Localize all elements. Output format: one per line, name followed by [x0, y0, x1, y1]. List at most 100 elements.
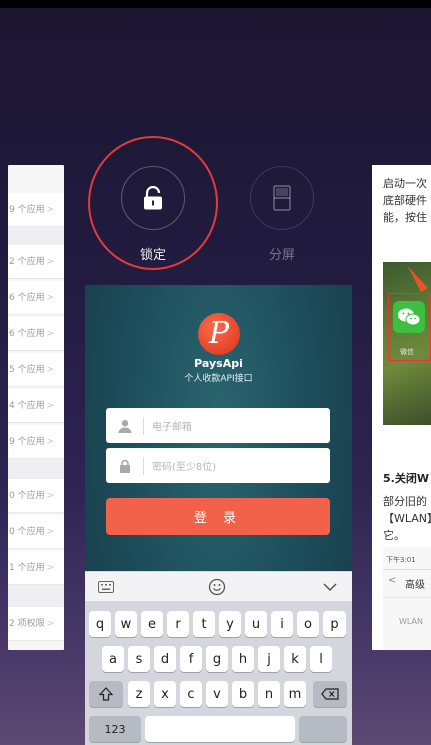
paysapi-logo: P	[198, 313, 240, 355]
section-heading: 5.关闭W	[383, 472, 429, 485]
key-s[interactable]: s	[128, 646, 150, 672]
recent-app-card-settings[interactable]: 9 个应用 > 2 个应用 > 6 个应用 > 6 个应用 > 5 个应用 > 4 个应用…	[8, 165, 64, 650]
key-a[interactable]: a	[102, 646, 124, 672]
chevron-right-icon: >	[46, 619, 55, 629]
key-l[interactable]: l	[310, 646, 332, 672]
key-z[interactable]: z	[128, 681, 150, 707]
lock-icon	[106, 456, 144, 475]
chevron-right-icon: >	[46, 365, 55, 375]
key-w[interactable]: w	[115, 611, 137, 637]
list-item-label: 2 项权限	[9, 619, 45, 629]
key-u[interactable]: u	[245, 611, 267, 637]
key-i[interactable]: i	[271, 611, 293, 637]
key-x[interactable]: x	[154, 681, 176, 707]
list-item-label: 6 个应用	[9, 329, 45, 339]
password-field[interactable]: 密码(至少8位)	[106, 448, 330, 483]
list-item-label: 1 个应用	[9, 563, 45, 573]
split-screen-icon	[273, 185, 291, 211]
inner-row: WLAN	[399, 617, 424, 626]
key-m[interactable]: m	[284, 681, 306, 707]
key-f[interactable]: f	[180, 646, 202, 672]
unlock-icon	[144, 186, 162, 210]
divider	[383, 569, 431, 570]
chevron-right-icon: >	[46, 491, 55, 501]
keyboard-icon[interactable]	[98, 581, 114, 593]
key-t[interactable]: t	[193, 611, 215, 637]
key-n[interactable]: n	[258, 681, 280, 707]
key-h[interactable]: h	[232, 646, 254, 672]
split-screen-button-circle[interactable]	[250, 166, 314, 230]
key-o[interactable]: o	[297, 611, 319, 637]
article-line: 能，按住	[383, 211, 427, 224]
inner-title: 高级	[405, 580, 425, 591]
split-screen-button[interactable]: 分屏	[250, 166, 314, 263]
key-q[interactable]: q	[89, 611, 111, 637]
back-chevron-icon: <	[388, 575, 397, 586]
shift-key[interactable]	[89, 681, 123, 707]
return-key[interactable]	[299, 716, 347, 742]
keyboard-toolbar	[85, 571, 352, 601]
article-line: 部分旧的	[383, 495, 427, 508]
split-screen-label: 分屏	[268, 248, 295, 263]
key-p[interactable]: p	[323, 611, 346, 637]
list-item[interactable]: 1 个应用 >	[8, 551, 64, 585]
lock-button[interactable]: 锁定	[121, 166, 185, 263]
list-item[interactable]: 2 个应用 >	[8, 245, 64, 279]
keyboard: q w e r t y u i o p a s d f g h j k l z …	[85, 601, 352, 745]
article-line: 底部硬件	[383, 194, 427, 207]
key-g[interactable]: g	[206, 646, 228, 672]
space-key[interactable]	[145, 716, 295, 742]
key-b[interactable]: b	[232, 681, 254, 707]
chevron-right-icon: >	[46, 293, 55, 303]
list-item[interactable]: 5 个应用 >	[8, 353, 64, 387]
key-k[interactable]: k	[284, 646, 306, 672]
list-item[interactable]: 2 项权限 >	[8, 607, 64, 641]
chevron-right-icon: >	[46, 401, 55, 411]
user-icon	[106, 416, 144, 435]
recent-app-card-article[interactable]: 启动一次 底部硬件 能，按住 微信 5.关闭W 部分旧的 【WLAN】 它。 下…	[372, 165, 431, 650]
section-gap	[8, 227, 64, 245]
list-item-label: 0 个应用	[9, 491, 45, 501]
list-item-label: 9 个应用	[9, 205, 45, 215]
list-item[interactable]: 9 个应用 >	[8, 193, 64, 227]
list-item[interactable]: 4 个应用 >	[8, 389, 64, 423]
key-e[interactable]: e	[141, 611, 163, 637]
lock-button-circle[interactable]	[121, 166, 185, 230]
list-item[interactable]: 6 个应用 >	[8, 317, 64, 351]
key-d[interactable]: d	[154, 646, 176, 672]
app-subtitle: 个人收款API接口	[184, 374, 253, 384]
login-button[interactable]: 登 录	[106, 498, 330, 535]
key-j[interactable]: j	[258, 646, 280, 672]
numbers-key[interactable]: 123	[89, 716, 141, 742]
divider	[383, 597, 431, 598]
backspace-key[interactable]	[313, 681, 347, 707]
list-item[interactable]: 0 个应用 >	[8, 515, 64, 549]
section-gap	[8, 459, 64, 479]
emoji-icon[interactable]	[208, 578, 226, 596]
key-r[interactable]: r	[167, 611, 189, 637]
shift-icon	[99, 687, 113, 701]
key-y[interactable]: y	[219, 611, 241, 637]
list-item[interactable]: 6 个应用 >	[8, 281, 64, 315]
list-item-label: 6 个应用	[9, 293, 45, 303]
chevron-right-icon: >	[46, 257, 55, 267]
list-item-label: 5 个应用	[9, 365, 45, 375]
email-placeholder: 电子邮箱	[152, 422, 192, 433]
key-c[interactable]: c	[180, 681, 202, 707]
key-v[interactable]: v	[206, 681, 228, 707]
list-item-label: 2 个应用	[9, 257, 45, 267]
list-item[interactable]: 0 个应用 >	[8, 479, 64, 513]
password-placeholder: 密码(至少8位)	[152, 462, 217, 473]
article-line: 它。	[383, 529, 405, 542]
list-item-label: 0 个应用	[9, 527, 45, 537]
article-inner-screenshot: 下午3:01 < 高级 WLAN	[383, 547, 431, 650]
list-item-label: 9 个应用	[9, 437, 45, 447]
status-bar-strip	[0, 0, 431, 8]
list-item[interactable]: 9 个应用 >	[8, 425, 64, 459]
backspace-icon	[321, 688, 339, 700]
chevron-right-icon: >	[46, 329, 55, 339]
status-time: 下午3:01	[386, 556, 416, 564]
email-field[interactable]: 电子邮箱	[106, 408, 330, 443]
recent-app-card-paysapi[interactable]: P PaysApi 个人收款API接口 电子邮箱 密码(至少8位) 登 录 q	[85, 285, 352, 745]
chevron-down-icon[interactable]	[323, 582, 337, 592]
